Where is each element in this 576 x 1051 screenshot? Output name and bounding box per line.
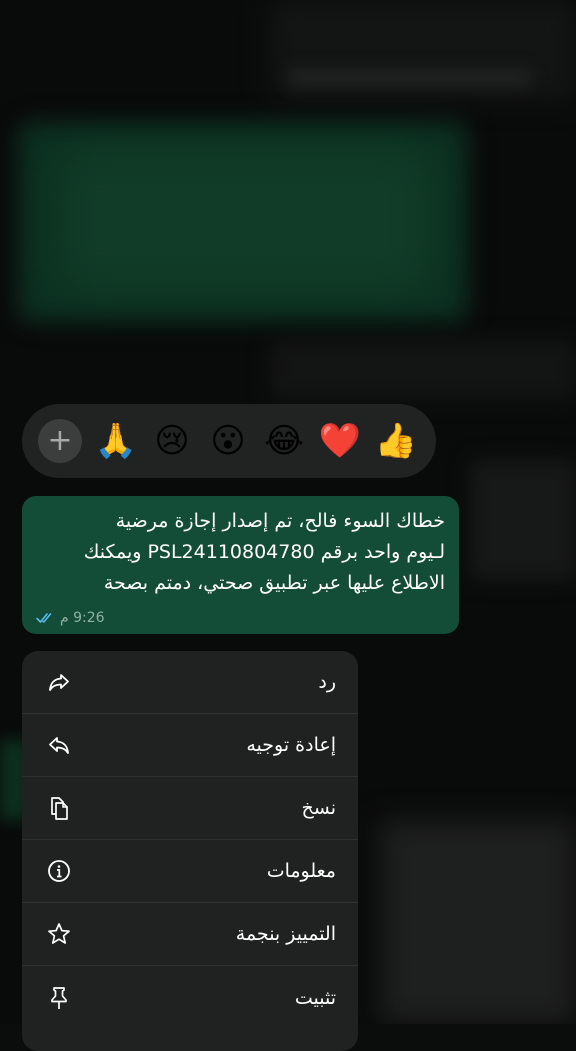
menu-item-label: رد bbox=[318, 671, 336, 693]
menu-item-label: إعادة توجيه bbox=[246, 734, 336, 756]
pin-icon bbox=[46, 985, 72, 1011]
add-reaction-button[interactable]: + bbox=[38, 419, 82, 463]
menu-item-forward[interactable]: إعادة توجيه bbox=[22, 714, 358, 777]
message-time: 9:26 م bbox=[60, 610, 105, 626]
message-line: خطاك السوء فالح، تم إصدار إجازة مرضية bbox=[115, 510, 445, 532]
reaction-red-heart[interactable]: ❤️ bbox=[318, 424, 362, 458]
menu-item-star[interactable]: التمييز بنجمة bbox=[22, 903, 358, 966]
menu-item-pin[interactable]: تثبيت bbox=[22, 966, 358, 1029]
read-receipt-icon bbox=[36, 613, 52, 623]
star-icon bbox=[46, 921, 72, 947]
message-line: لـيوم واحد برقم PSL24110804780 ويمكنك bbox=[83, 541, 445, 563]
reaction-crying-face[interactable]: 😢 bbox=[150, 424, 194, 458]
reaction-thumbs-up[interactable]: 👍 bbox=[374, 424, 418, 458]
info-icon bbox=[46, 858, 72, 884]
menu-item-label: معلومات bbox=[266, 860, 336, 882]
message-text: خطاك السوء فالح، تم إصدار إجازة مرضية لـ… bbox=[36, 506, 445, 599]
copy-icon bbox=[46, 795, 72, 821]
menu-item-info[interactable]: معلومات bbox=[22, 840, 358, 903]
context-menu: رد إعادة توجيه نسخ معلومات التمييز بنجمة… bbox=[22, 651, 358, 1051]
reaction-surprised-face[interactable]: 😮 bbox=[206, 424, 250, 458]
menu-item-label: تثبيت bbox=[294, 986, 336, 1009]
reaction-tears-of-joy[interactable]: 😂 bbox=[262, 424, 306, 458]
message-line: الاطلاع عليها عبر تطبيق صحتي، دمتم بصحة bbox=[103, 572, 445, 594]
message-meta: 9:26 م bbox=[36, 610, 105, 626]
message-bubble[interactable]: خطاك السوء فالح، تم إصدار إجازة مرضية لـ… bbox=[22, 496, 459, 634]
forward-icon bbox=[46, 732, 72, 758]
menu-item-copy[interactable]: نسخ bbox=[22, 777, 358, 840]
reaction-bar: + 🙏 😢 😮 😂 ❤️ 👍 bbox=[22, 404, 436, 478]
menu-item-reply[interactable]: رد bbox=[22, 651, 358, 714]
menu-item-label: نسخ bbox=[301, 797, 336, 819]
menu-item-label: التمييز بنجمة bbox=[235, 923, 336, 945]
reaction-folded-hands[interactable]: 🙏 bbox=[94, 424, 138, 458]
reply-icon bbox=[46, 669, 72, 695]
